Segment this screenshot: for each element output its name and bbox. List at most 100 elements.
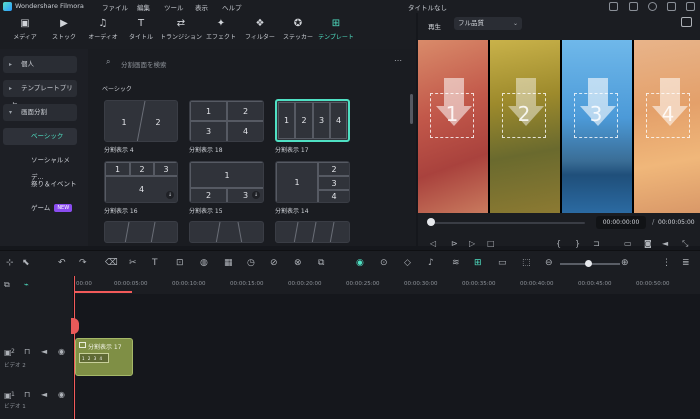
template-tile-split-18[interactable]: 1 2 3 4: [189, 100, 264, 142]
prev-frame-icon[interactable]: ◁: [430, 239, 436, 248]
speed-icon[interactable]: ◷: [247, 258, 255, 268]
work-area-bar[interactable]: [74, 291, 132, 293]
zoom-slider-knob[interactable]: [585, 260, 592, 267]
zoom-out-icon[interactable]: ⊖: [545, 258, 553, 268]
caret-right-icon: ▸: [9, 85, 13, 92]
eye-icon[interactable]: ◉: [58, 347, 65, 356]
save-icon[interactable]: [629, 2, 638, 11]
menu-tools[interactable]: ツール: [164, 2, 184, 12]
clip-label: 分割表示 17: [88, 344, 122, 351]
notification-icon[interactable]: [686, 2, 695, 11]
sidebar-item-personal[interactable]: ▸ 個人: [3, 56, 77, 73]
playhead-knob[interactable]: [427, 218, 435, 226]
time-ruler[interactable]: 00:00 00:00:05:00 00:00:10:00 00:00:15:0…: [74, 276, 700, 294]
mark-out-icon[interactable]: }: [575, 239, 580, 248]
zoom-in-icon[interactable]: ⊕: [621, 258, 629, 268]
download-icon[interactable]: ↓: [166, 191, 174, 199]
group-icon[interactable]: ⧉: [318, 258, 324, 268]
crop-icon[interactable]: ⊡: [176, 258, 184, 268]
color-icon[interactable]: ◍: [200, 258, 208, 268]
speaker-icon[interactable]: ◄: [41, 390, 47, 399]
sidebar-item-template-presets[interactable]: ▸テンプレートプリセ...: [3, 80, 77, 109]
timeline-clip[interactable]: 分割表示 17 1 2 3 4: [75, 338, 133, 376]
menu-help[interactable]: ヘルプ: [222, 2, 242, 12]
fullscreen-icon[interactable]: ⤡: [682, 239, 688, 249]
camera-icon[interactable]: ◙: [644, 239, 652, 248]
caption-icon[interactable]: ▭: [498, 258, 507, 268]
play-render-icon[interactable]: ⊙: [380, 258, 388, 268]
sidebar-item-basic[interactable]: ベーシック: [3, 128, 77, 145]
redo-icon[interactable]: ↷: [79, 258, 87, 268]
duration-icon[interactable]: ⊘: [270, 258, 278, 268]
menu-edit[interactable]: 編集: [137, 2, 150, 12]
undo-icon[interactable]: ↶: [58, 258, 66, 268]
tab-templates[interactable]: ⊞ テンプレート: [313, 15, 359, 47]
list-view-icon[interactable]: ≣: [682, 258, 690, 268]
add-track-icon[interactable]: ⧉: [4, 280, 10, 290]
template-tile-partial[interactable]: [189, 221, 264, 243]
insert-icon[interactable]: ⊐: [593, 239, 600, 248]
volume-icon[interactable]: ◄: [662, 239, 668, 248]
snap-icon[interactable]: ⊞: [474, 258, 482, 268]
lock-icon[interactable]: ⊓: [24, 347, 30, 356]
template-tile-partial[interactable]: [275, 221, 350, 243]
track-header: ⧉ ⌁ ▣ 2 ⊓ ◄ ◉ ビデオ 2 ▣ 1 ⊓ ◄ ◉ ビデオ 1: [0, 276, 74, 419]
playhead-handle[interactable]: [71, 318, 79, 334]
mark-in-icon[interactable]: {: [556, 239, 561, 248]
motion-icon[interactable]: ⊗: [294, 258, 302, 268]
menu-file[interactable]: ファイル: [102, 2, 128, 12]
cut-icon[interactable]: ✂: [129, 258, 137, 268]
timecode-separator: /: [652, 218, 655, 226]
template-tile-split-14[interactable]: 1 2 3 4: [275, 161, 350, 203]
stop-icon[interactable]: □: [487, 239, 495, 248]
gallery-scrollbar[interactable]: [410, 94, 413, 124]
search-input[interactable]: 分割画面を検索: [121, 59, 167, 69]
ai-icon[interactable]: ⬚: [522, 258, 531, 268]
playback-progress[interactable]: [430, 222, 585, 224]
sidebar-item-label: 画面分割: [21, 108, 47, 116]
sidebar-item-festival-events[interactable]: 祭り＆イベント: [3, 176, 77, 193]
cloud-icon[interactable]: [648, 2, 657, 11]
template-name: 分割表示 4: [104, 147, 134, 154]
step-back-icon[interactable]: ⊳: [451, 239, 458, 248]
monitor-icon[interactable]: [609, 2, 618, 11]
sidebar-item-game[interactable]: ゲーム NEW: [3, 200, 77, 217]
grid-handle-icon[interactable]: ⋮: [662, 258, 671, 268]
play-icon[interactable]: ▷: [469, 239, 475, 248]
template-tile-split-17[interactable]: 1 2 3 4: [275, 99, 350, 142]
lock-icon[interactable]: ⊓: [24, 390, 30, 399]
search-bar[interactable]: ⌕ 分割画面を検索 ⋯: [100, 56, 410, 70]
display-icon[interactable]: ▭: [624, 239, 632, 248]
template-tile-split-16[interactable]: 1 2 3 4 ↓: [104, 161, 178, 203]
select-tool-icon[interactable]: ⬉: [22, 258, 30, 268]
marker-icon[interactable]: ◇: [404, 258, 411, 268]
audio-adjust-icon[interactable]: ▦: [224, 258, 233, 268]
menu-view[interactable]: 表示: [195, 2, 208, 12]
sidebar-item-split-screen[interactable]: ▾ 画面分割: [3, 104, 77, 121]
tab-playback[interactable]: 再生: [428, 21, 441, 31]
delete-icon[interactable]: ⌫: [105, 258, 118, 268]
template-gallery: ⌕ 分割画面を検索 ⋯ ベーシック 1 2 分割表示 4 1 2 3 4 分割表…: [88, 49, 416, 246]
render-icon[interactable]: ◉: [356, 258, 364, 268]
more-options-icon[interactable]: ⋯: [394, 56, 402, 65]
template-tile-partial[interactable]: [104, 221, 178, 243]
snapshot-view-icon[interactable]: [681, 17, 692, 27]
quality-select[interactable]: フル品質 ⌄: [454, 17, 522, 30]
template-tile-split-15[interactable]: 1 2 3 ↓: [189, 161, 264, 203]
template-tile-split-4[interactable]: 1 2: [104, 100, 178, 142]
audio-mix-icon[interactable]: ≋: [452, 258, 460, 268]
text-icon[interactable]: T: [152, 258, 158, 268]
mic-icon[interactable]: ♪: [428, 258, 434, 268]
download-icon[interactable]: ↓: [252, 191, 260, 199]
layout-icon[interactable]: ⊹: [6, 258, 14, 268]
video-preview[interactable]: 1 2 3 4: [418, 40, 700, 213]
sidebar-item-label: 個人: [21, 60, 34, 68]
cell-label: 2: [227, 101, 263, 121]
link-icon[interactable]: ⌁: [24, 280, 29, 289]
sidebar-item-social-media[interactable]: ソーシャルメデ...: [3, 152, 77, 181]
account-icon[interactable]: [667, 2, 676, 11]
cell-label: 1: [105, 162, 130, 176]
eye-icon[interactable]: ◉: [58, 390, 65, 399]
speaker-icon[interactable]: ◄: [41, 347, 47, 356]
sticker-icon: ✪: [293, 18, 303, 29]
